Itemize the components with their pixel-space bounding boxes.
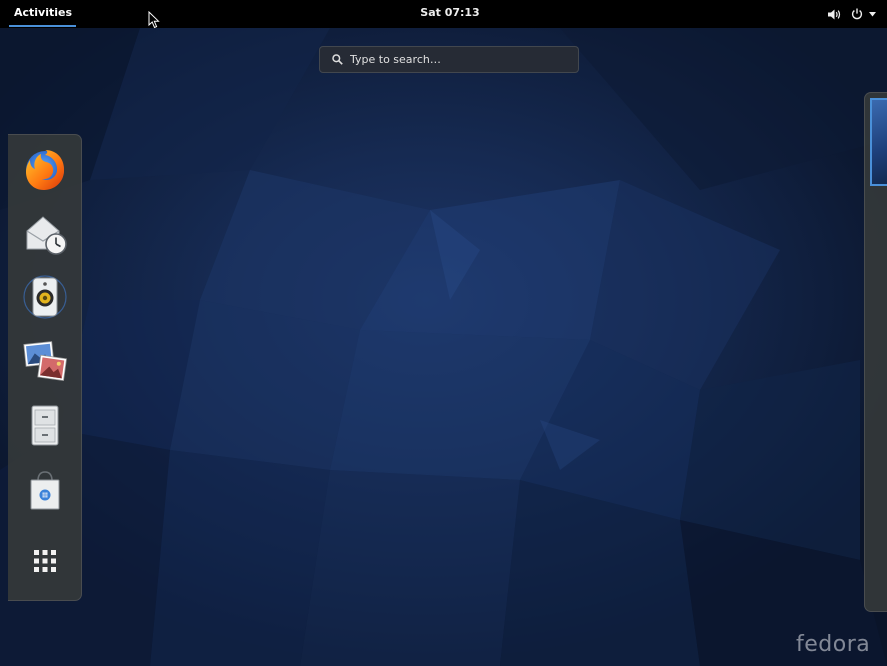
mail-clock-icon xyxy=(26,216,67,255)
show-applications-button[interactable] xyxy=(17,533,73,589)
fedora-logo: fedora xyxy=(796,632,871,657)
software-bag-icon xyxy=(30,471,60,510)
status-menu[interactable] xyxy=(820,0,882,28)
dash-item-rhythmbox[interactable] xyxy=(17,269,73,325)
dash xyxy=(8,134,82,601)
desktop-overview: Activities Sat 07:13 Type to search… fed… xyxy=(0,0,887,666)
dash-item-software[interactable] xyxy=(17,461,73,517)
search-entry[interactable] xyxy=(319,46,579,73)
dash-item-evolution[interactable] xyxy=(17,205,73,261)
workspace-thumbnails xyxy=(864,92,887,612)
photos-icon xyxy=(23,341,68,382)
search-input[interactable] xyxy=(350,50,570,69)
speaker-icon xyxy=(23,275,67,319)
dropdown-arrow-icon xyxy=(869,12,876,17)
dash-item-shotwell[interactable] xyxy=(17,333,73,389)
file-cabinet-icon xyxy=(31,405,59,446)
clock[interactable]: Sat 07:13 xyxy=(400,0,500,28)
wallpaper xyxy=(0,28,887,666)
power-icon xyxy=(851,8,863,20)
app-grid-icon xyxy=(34,550,56,572)
dash-item-firefox[interactable] xyxy=(17,141,73,197)
volume-icon xyxy=(828,9,841,20)
workspace-thumbnail-1[interactable] xyxy=(870,98,887,186)
search-icon xyxy=(332,54,343,65)
dash-item-files[interactable] xyxy=(17,397,73,453)
firefox-icon xyxy=(26,150,65,190)
activities-button[interactable]: Activities xyxy=(9,0,77,28)
mouse-pointer-icon xyxy=(148,11,160,29)
top-bar: Activities Sat 07:13 xyxy=(0,0,887,28)
activities-highlight xyxy=(9,25,76,27)
